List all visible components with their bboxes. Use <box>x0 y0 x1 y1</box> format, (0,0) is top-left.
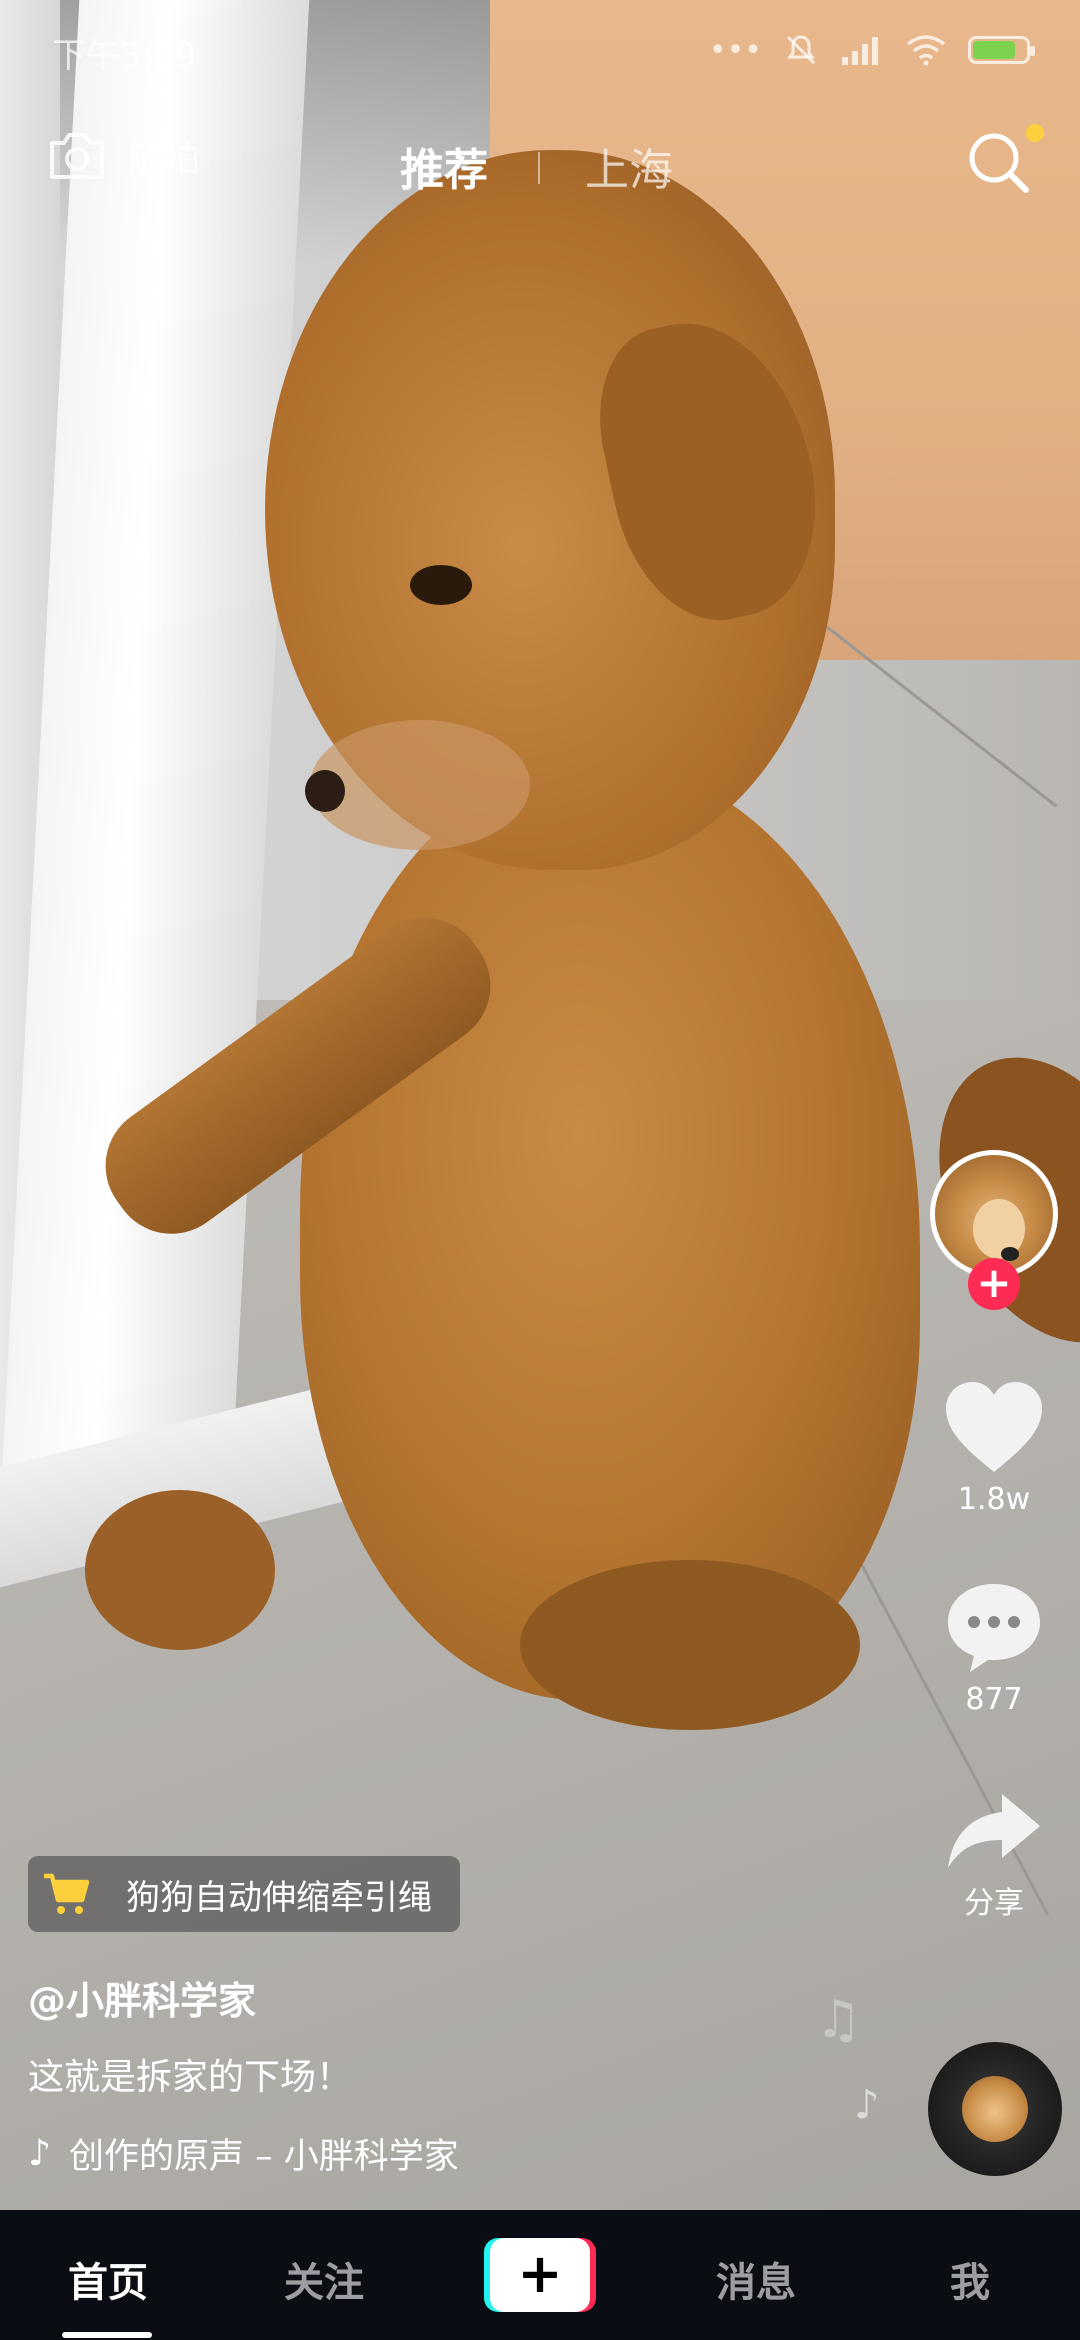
camera-icon <box>46 131 108 181</box>
create-video-button[interactable]: + <box>484 2238 596 2312</box>
nav-active-indicator <box>62 2332 152 2338</box>
heart-icon <box>946 1382 1042 1472</box>
nav-profile[interactable]: 我 <box>950 2250 990 2308</box>
music-note-icon: ♪ <box>28 2133 51 2174</box>
plus-icon: + <box>490 2238 590 2312</box>
video-frame-dog <box>300 760 920 1700</box>
notification-dot <box>1026 124 1044 142</box>
quick-shoot-label: 随拍 <box>128 139 201 180</box>
share-label: 分享 <box>964 1886 1024 1921</box>
signal-icon <box>842 37 878 65</box>
share-arrow-icon <box>948 1794 1040 1868</box>
music-disc-button[interactable] <box>928 2042 1062 2176</box>
battery-level <box>973 41 1015 59</box>
author-name[interactable]: @小胖科学家 <box>28 1970 256 2025</box>
quick-shoot-button[interactable]: 随拍 <box>46 130 200 182</box>
shopping-cart-icon <box>28 1856 104 1932</box>
status-time: 下午3:19 <box>52 36 197 76</box>
music-cover <box>962 2076 1028 2142</box>
mute-bell-icon <box>786 35 816 65</box>
wifi-icon <box>906 35 946 66</box>
action-column: + 1.8w 877 分享 <box>924 1150 1064 1921</box>
status-bar: 下午3:19 ••• <box>0 0 1080 100</box>
sound-link[interactable]: ♪ 创作的原声 – 小胖科学家 <box>28 2128 459 2179</box>
author-avatar-button[interactable]: + <box>924 1150 1064 1310</box>
video-caption: 这就是拆家的下场！ <box>28 2057 353 2098</box>
follow-plus-button[interactable]: + <box>968 1258 1020 1310</box>
product-tag-button[interactable]: 狗狗自动伸缩牵引绳 <box>28 1856 460 1932</box>
nav-following[interactable]: 关注 <box>284 2250 364 2308</box>
more-dots-icon: ••• <box>708 32 762 68</box>
tab-divider <box>538 152 540 184</box>
like-count: 1.8w <box>957 1482 1031 1517</box>
comment-count: 877 <box>965 1682 1023 1717</box>
tab-recommend[interactable]: 推荐 <box>400 134 488 198</box>
bottom-nav: 首页 关注 + 消息 我 <box>0 2210 1080 2340</box>
nav-messages[interactable]: 消息 <box>716 2250 796 2308</box>
like-button[interactable]: 1.8w <box>924 1380 1064 1517</box>
floating-music-note-icon: ♫ <box>815 1990 862 2050</box>
comment-icon <box>948 1584 1040 1672</box>
battery-icon <box>968 36 1035 64</box>
comment-button[interactable]: 877 <box>924 1580 1064 1717</box>
sound-title: 创作的原声 – 小胖科学家 <box>68 2137 459 2177</box>
nav-home[interactable]: 首页 <box>68 2250 148 2308</box>
floating-music-note-icon: ♪ <box>854 2082 880 2128</box>
tab-local-city[interactable]: 上海 <box>585 134 673 198</box>
share-button[interactable]: 分享 <box>924 1790 1064 1922</box>
product-tag-label: 狗狗自动伸缩牵引绳 <box>126 1877 432 1918</box>
search-icon <box>969 133 1029 193</box>
top-nav: 随拍 推荐 上海 <box>0 110 1080 220</box>
search-button[interactable] <box>964 124 1044 198</box>
